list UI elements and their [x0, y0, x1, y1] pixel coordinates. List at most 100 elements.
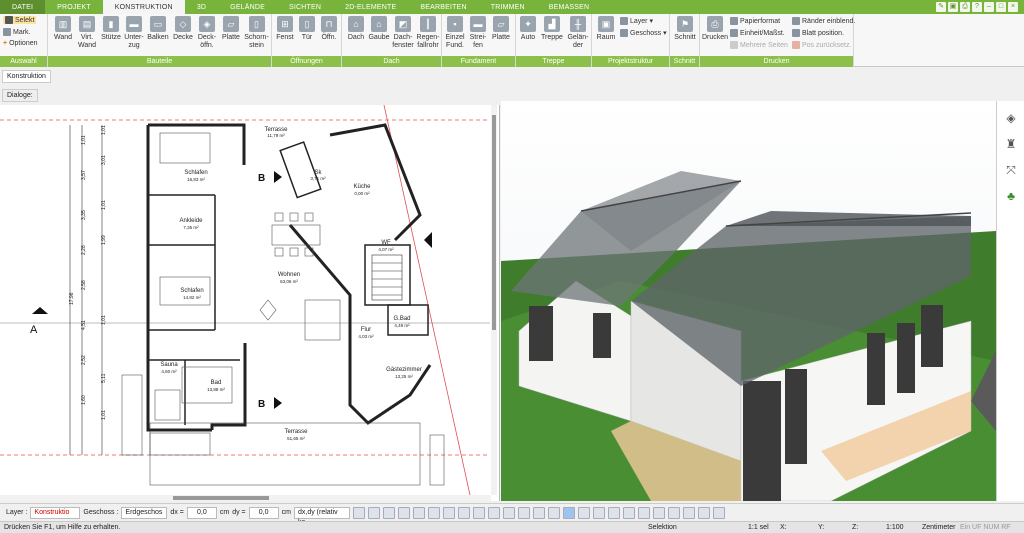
minimize-icon[interactable]: – [984, 2, 994, 12]
pos-zuruecksetzen-button[interactable]: Pos zurücksetz. [792, 41, 851, 49]
schnitt-button[interactable]: ⚑ Schnitt [672, 16, 698, 42]
tab-trimmen[interactable]: TRIMMEN [479, 0, 537, 14]
tuer-button[interactable]: ▯ Tür [297, 16, 317, 42]
beam-icon: ▬ [126, 16, 142, 32]
wave-tool-icon[interactable] [502, 506, 515, 519]
restore-icon[interactable]: □ [996, 2, 1006, 12]
virt-wand-button[interactable]: ▤ Virt. Wand [76, 16, 98, 50]
tab-sichten[interactable]: SICHTEN [277, 0, 333, 14]
info-tool-icon[interactable] [547, 506, 560, 519]
dy-input[interactable]: 0,0 [248, 506, 279, 519]
hatch-tool-icon[interactable] [367, 506, 380, 519]
view-layers-icon[interactable] [712, 506, 725, 519]
list-tool-icon[interactable] [397, 506, 410, 519]
decke-button[interactable]: ◇ Decke [172, 16, 194, 42]
dx-unit: cm [219, 509, 230, 516]
platte-button[interactable]: ▱ Platte [220, 16, 242, 42]
mehrere-seiten-button[interactable]: Mehrere Seiten [730, 41, 788, 49]
view-photo-icon[interactable] [637, 506, 650, 519]
scale-icon [730, 29, 738, 37]
section-b-label: B [258, 399, 265, 410]
view-3d[interactable] [501, 101, 996, 501]
geschoss-dropdown[interactable]: Geschoss ▾ [620, 29, 667, 37]
view-3d-icon[interactable] [592, 506, 605, 519]
optionen-button[interactable]: + Optionen [3, 40, 38, 47]
unterzug-button[interactable]: ▬ Unter-zug [123, 16, 145, 50]
help-icon[interactable]: ? [972, 2, 982, 12]
raum-button[interactable]: ▣ Raum [594, 16, 618, 42]
tab-gelaende[interactable]: GELÄNDE [218, 0, 277, 14]
tab-dialoge[interactable]: Dialoge: [2, 89, 38, 102]
view-render-icon[interactable] [607, 506, 620, 519]
gelaender-button[interactable]: ╫ Gelän-der [566, 16, 590, 50]
grid-tool-icon[interactable] [517, 506, 530, 519]
raender-button[interactable]: Ränder einblend. [792, 17, 855, 25]
dachfenster-button[interactable]: ◩ Dach-fenster [391, 16, 415, 50]
deckoeffn-button[interactable]: ◈ Deck-öffn. [195, 16, 219, 50]
vertical-scroll-thumb[interactable] [492, 115, 496, 330]
stuetze-button[interactable]: ▮ Stütze [100, 16, 122, 42]
floor-plan-2d[interactable]: 1,01 1,01 3,57 3,01 3,35 1,01 2,28 1,99 … [0, 105, 500, 501]
view-print-icon[interactable] [622, 506, 635, 519]
tool-icon[interactable]: ✎ [936, 2, 946, 12]
input-bar: Layer : Konstruktio Geschoss : Erdgescho… [0, 503, 1024, 526]
status-help-text: Drücken Sie F1, um Hilfe zu erhalten. [4, 524, 121, 531]
snap-tool-icon[interactable] [472, 506, 485, 519]
selekt-button[interactable]: Selekt [3, 16, 37, 24]
drucken-button[interactable]: ⎙ Drucken [702, 16, 728, 42]
align-tool-icon[interactable] [412, 506, 425, 519]
layer-select[interactable]: Konstruktio [30, 506, 81, 519]
tab-2d-elemente[interactable]: 2D-ELEMENTE [333, 0, 408, 14]
view-split-icon[interactable] [577, 506, 590, 519]
tab-projekt[interactable]: PROJEKT [45, 0, 103, 14]
section-b-arrow [274, 397, 282, 409]
layers-icon[interactable]: ◈ [1002, 109, 1020, 127]
einheit-button[interactable]: Einheit/Maßst. [730, 29, 785, 37]
input-mode-select[interactable]: dx,dy (relativ ka [293, 506, 350, 526]
text-tool-icon[interactable] [427, 506, 440, 519]
view-grid-icon[interactable] [697, 506, 710, 519]
wand-button[interactable]: ▥ Wand [51, 16, 75, 42]
dach-button[interactable]: ⌂ Dach [345, 16, 367, 42]
fenster-button[interactable]: ⊞ Fenst [275, 16, 295, 42]
fundament-platte-button[interactable]: ▱ Platte [490, 16, 512, 42]
horizontal-scroll-thumb[interactable] [173, 496, 269, 500]
north-tool-icon[interactable] [532, 506, 545, 519]
angle-tool-icon[interactable] [487, 506, 500, 519]
treppe-button[interactable]: ▟ Treppe [540, 16, 564, 42]
dx-input[interactable]: 0,0 [186, 506, 217, 519]
expand-icon[interactable]: ⤧ [1002, 161, 1020, 179]
balken-button[interactable]: ▭ Balken [146, 16, 170, 42]
schornstein-button[interactable]: ▯ Schorn-stein [243, 16, 270, 50]
view-2d-icon[interactable] [562, 506, 575, 519]
dimension-tool-icon[interactable] [442, 506, 455, 519]
streifen-button[interactable]: ▬ Strei-fen [467, 16, 489, 50]
geschoss-select[interactable]: Erdgeschos [121, 506, 168, 519]
lines-tool-icon[interactable] [382, 506, 395, 519]
tree-icon[interactable]: ♣ [1002, 187, 1020, 205]
save-icon[interactable]: ▣ [948, 2, 958, 12]
gaube-button[interactable]: ⌂ Gaube [368, 16, 390, 42]
auto-button[interactable]: ✦ Auto [518, 16, 538, 42]
blatt-position-button[interactable]: Blatt position. [792, 29, 844, 37]
mark-button[interactable]: Mark. [3, 28, 31, 36]
chair-icon[interactable]: ♜ [1002, 135, 1020, 153]
layer-dropdown[interactable]: Layer ▾ [620, 17, 653, 25]
view-walk-icon[interactable] [652, 506, 665, 519]
tab-bearbeiten[interactable]: BEARBEITEN [408, 0, 478, 14]
view-section-icon[interactable] [667, 506, 680, 519]
print-icon[interactable]: ⎙ [960, 2, 970, 12]
tab-bemassen[interactable]: BEMASSEN [537, 0, 602, 14]
draw-tool-icon[interactable] [352, 506, 365, 519]
frame-tool-icon[interactable] [457, 506, 470, 519]
tab-konstruktion-panel[interactable]: Konstruktion [2, 70, 51, 83]
tab-datei[interactable]: DATEI [0, 0, 46, 14]
view-sun-icon[interactable] [682, 506, 695, 519]
regenfallrohr-button[interactable]: ┃ Regen-fallrohr [416, 16, 440, 50]
close-icon[interactable]: × [1008, 2, 1018, 12]
tab-3d[interactable]: 3D [185, 0, 218, 14]
oeffnung-button[interactable]: ⊓ Öffn. [319, 16, 339, 42]
tab-konstruktion[interactable]: KONSTRUKTION [102, 0, 185, 14]
papierformat-button[interactable]: Papierformat [730, 17, 780, 25]
einzelfund-button[interactable]: ▪ Einzel Fund. [444, 16, 466, 50]
